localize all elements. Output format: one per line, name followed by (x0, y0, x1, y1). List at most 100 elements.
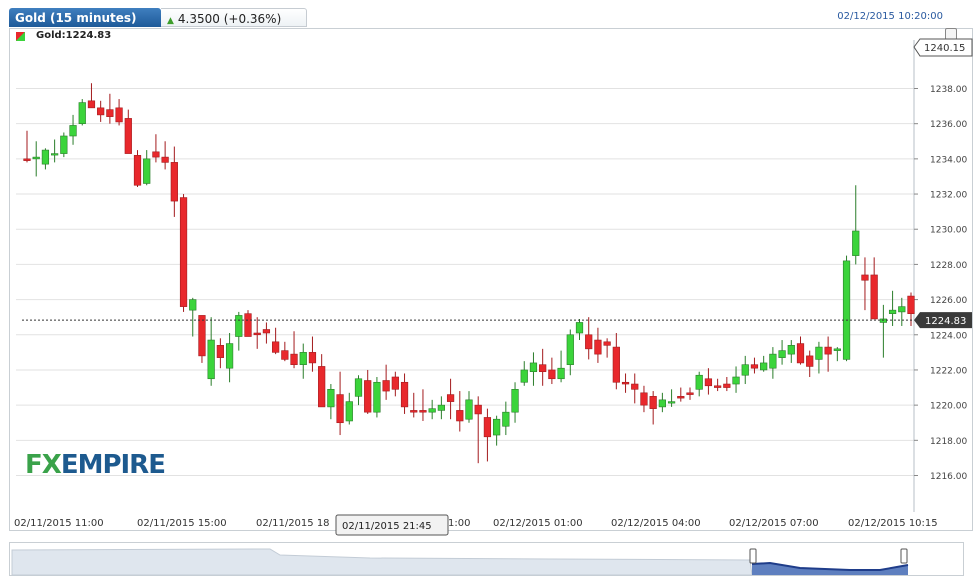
candle-body (796, 343, 805, 364)
candle-body (152, 151, 160, 158)
candle-body (170, 162, 178, 202)
candle-body (272, 341, 280, 353)
candle-body (833, 348, 841, 351)
candle-body (778, 350, 786, 358)
candle-body (621, 381, 630, 385)
candle-body (667, 401, 676, 404)
candle-body (161, 156, 169, 163)
x-tick-label: 02/11/2015 18 (256, 518, 330, 529)
candle-body (760, 362, 768, 371)
y-tick-label: 1238.00 (930, 85, 967, 95)
candle-body (244, 313, 252, 337)
candle-body (861, 274, 869, 281)
candle-body (649, 396, 657, 409)
candle-body (852, 230, 860, 256)
candle-body (354, 378, 363, 397)
candle-body (603, 341, 611, 346)
candle-body (548, 369, 556, 380)
candle-body (465, 399, 473, 420)
candle-body (198, 315, 206, 357)
candle-body (898, 306, 906, 313)
candle-body (106, 109, 114, 117)
candlestick-chart: 1216.00 1218.00 1220.00 1222.00 1224.00 1226.… (14, 38, 973, 536)
candle-body (373, 381, 381, 413)
candle-body (824, 346, 832, 355)
candle-body (419, 410, 427, 413)
candle-body (529, 362, 538, 373)
candle-body (456, 410, 464, 422)
candle-body (179, 197, 188, 307)
x-tick-label: 02/12/2015 07:00 (729, 518, 819, 529)
candle-body (594, 339, 602, 355)
y-tick-label: 1218.00 (930, 437, 967, 447)
x-tick-label: 02/11/2015 15:00 (137, 518, 227, 529)
candle-body (299, 352, 307, 365)
candle-body (281, 350, 289, 360)
navigator[interactable] (9, 542, 964, 576)
candle-body (815, 346, 823, 360)
y-tick-label: 1220.00 (930, 402, 967, 412)
x-tick-label: 02/12/2015 10:15 (848, 518, 938, 529)
candle-body (253, 332, 261, 336)
candle-body (502, 411, 510, 427)
max-price-label: 1240.15 (924, 43, 965, 54)
candle-body (336, 394, 344, 424)
candle-body (888, 309, 897, 314)
candle-body (493, 418, 501, 436)
candle-body (658, 399, 666, 408)
candle-body (400, 381, 409, 408)
candle-body (235, 315, 243, 337)
candle-body (216, 345, 224, 358)
candle-body (575, 322, 584, 334)
candle-body (437, 404, 445, 411)
candle-body (714, 385, 722, 388)
candle-body (879, 318, 887, 323)
candle-body (225, 343, 234, 369)
candle-body (741, 364, 749, 376)
candle-body (474, 404, 482, 415)
candle-body (842, 260, 851, 360)
candle-body (308, 352, 317, 364)
candle-body (612, 346, 620, 383)
x-tick-label: 1:00 (448, 518, 470, 529)
candle-body (189, 299, 197, 311)
crosshair-x-label: 02/11/2015 21:45 (342, 521, 432, 532)
candle-body (695, 374, 703, 390)
x-tick-label: 02/12/2015 01:00 (493, 518, 583, 529)
x-tick-label: 02/11/2015 11:00 (14, 518, 104, 529)
y-tick-label: 1236.00 (930, 120, 967, 130)
navigator-left-handle (749, 548, 757, 564)
candle-body (907, 295, 915, 314)
candle-body (566, 334, 574, 365)
candle-body (483, 417, 492, 438)
candle-body (115, 107, 123, 123)
candle-body (677, 396, 685, 399)
candle-body (69, 125, 77, 137)
candle-body (262, 329, 271, 334)
navigator-svg (11, 548, 909, 576)
candle-body (318, 366, 326, 408)
candle-body (787, 345, 795, 355)
y-tick-label: 1228.00 (930, 261, 967, 271)
navigator-right-handle (900, 548, 908, 564)
candle-body (750, 364, 759, 369)
candle-body (133, 155, 142, 186)
fxempire-logo: FXEMPIRE (25, 450, 166, 480)
candle-body (32, 156, 40, 160)
candle-body (732, 376, 740, 385)
candle-body (557, 367, 565, 380)
candle-body (769, 353, 777, 369)
candle-body (806, 355, 814, 367)
candle-body (327, 389, 335, 408)
candle-body (87, 100, 96, 109)
candle-body (446, 394, 455, 402)
candle-body (78, 102, 86, 124)
candle-body (382, 380, 390, 392)
candle-body (520, 369, 528, 383)
candle-body (60, 135, 68, 154)
y-tick-label: 1232.00 (930, 191, 967, 201)
candle-body (41, 149, 50, 165)
candle-body (23, 158, 31, 161)
x-tick-label: 02/12/2015 04:00 (611, 518, 701, 529)
candle-body (51, 153, 59, 156)
